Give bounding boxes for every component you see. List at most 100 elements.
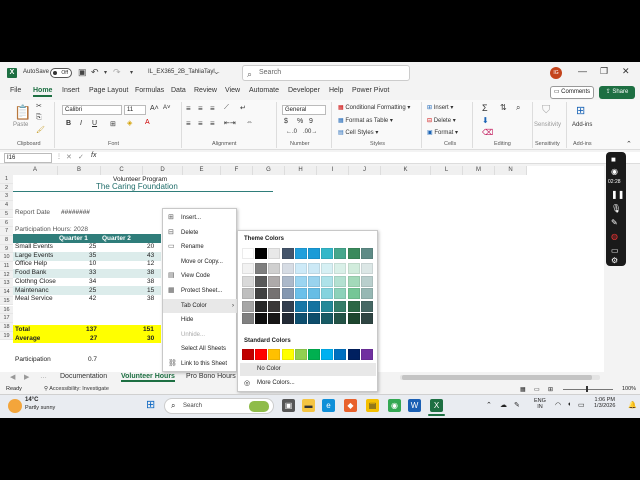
column-header[interactable]: N xyxy=(495,166,527,175)
theme-shade-swatch[interactable] xyxy=(308,263,320,274)
theme-color-swatch[interactable] xyxy=(321,248,334,259)
theme-shade-swatch[interactable] xyxy=(242,263,254,274)
theme-shade-swatch[interactable] xyxy=(268,288,281,299)
theme-shade-swatch[interactable] xyxy=(255,275,268,287)
cloud-icon[interactable]: ☁ xyxy=(500,401,507,409)
weather-icon[interactable] xyxy=(8,399,22,413)
cell-foundation-title[interactable]: The Caring Foundation xyxy=(96,182,178,192)
tab-file[interactable]: File xyxy=(10,87,21,94)
language-indicator[interactable]: ENG IN xyxy=(534,398,546,410)
cell-q2-value[interactable]: 15 xyxy=(147,287,154,296)
row-header[interactable]: 19 xyxy=(0,331,13,341)
column-header[interactable]: H xyxy=(285,166,317,175)
theme-color-swatch[interactable] xyxy=(360,248,373,259)
column-header[interactable]: E xyxy=(183,166,221,175)
column-header[interactable]: M xyxy=(463,166,495,175)
standard-color-swatch[interactable] xyxy=(294,349,307,360)
format-as-table-button[interactable]: ▦ Format as Table ▾ xyxy=(338,117,393,124)
theme-shade-swatch[interactable] xyxy=(294,300,307,312)
confirm-entry-icon[interactable]: ✓ xyxy=(78,153,84,161)
page-layout-view-icon[interactable]: ▭ xyxy=(534,386,540,393)
align-left-icon[interactable]: ≡ xyxy=(186,119,191,128)
redo-icon[interactable]: ↷ xyxy=(113,67,121,78)
word-icon[interactable]: W xyxy=(408,399,421,412)
tab-page-layout[interactable]: Page Layout xyxy=(89,87,128,94)
align-right-icon[interactable]: ≡ xyxy=(210,119,215,128)
theme-color-swatch[interactable] xyxy=(308,248,320,259)
standard-color-swatch[interactable] xyxy=(308,349,320,360)
copy-icon[interactable]: ⎘ xyxy=(36,114,42,122)
row-header[interactable]: 5 xyxy=(0,209,13,219)
autosum-icon[interactable]: Σ xyxy=(482,103,488,113)
theme-shade-swatch[interactable] xyxy=(308,313,320,324)
taskbar-search[interactable]: ⌕ Search xyxy=(164,398,274,414)
weather-desc[interactable]: Partly sunny xyxy=(25,405,55,411)
context-menu-item-insert[interactable]: ⊞ Insert... xyxy=(163,211,238,225)
shrink-font-icon[interactable]: A˅ xyxy=(163,105,171,111)
draw-icon[interactable]: ✎ xyxy=(611,218,618,227)
fill-color-icon[interactable]: ◈ xyxy=(127,119,132,127)
format-painter-icon[interactable]: 🖌 xyxy=(36,126,45,134)
name-box-dropdown-icon[interactable]: ⋮ xyxy=(56,153,62,160)
theme-color-swatch[interactable] xyxy=(255,248,268,259)
theme-color-swatch[interactable] xyxy=(281,248,294,259)
context-menu-item-view-code[interactable]: ▤ View Code xyxy=(163,269,238,283)
format-cells-button[interactable]: ▣ Format ▾ xyxy=(427,129,458,136)
delete-cells-button[interactable]: ⊟ Delete ▾ xyxy=(427,117,456,124)
theme-shade-swatch[interactable] xyxy=(360,275,373,287)
cell-total-q1[interactable]: 137 xyxy=(86,326,97,335)
sheet-tab-pro-bono-hours[interactable]: Pro Bono Hours xyxy=(186,373,236,380)
column-header[interactable]: G xyxy=(253,166,285,175)
volume-icon[interactable]: ◖ xyxy=(567,401,571,408)
cell-average-label[interactable]: Average xyxy=(15,335,40,344)
row-header[interactable]: 4 xyxy=(0,201,13,210)
webcam-icon[interactable]: ◍ xyxy=(611,232,618,241)
standard-color-swatch[interactable] xyxy=(281,349,294,360)
cell-quarter1-header[interactable]: Quarter 1 xyxy=(59,235,88,244)
theme-shade-swatch[interactable] xyxy=(334,263,347,274)
windows-start-icon[interactable]: ⊞ xyxy=(146,400,155,411)
align-bottom-icon[interactable]: ≡ xyxy=(210,104,215,113)
theme-shade-swatch[interactable] xyxy=(360,313,373,324)
sensitivity-icon[interactable]: ⛉ xyxy=(542,104,550,117)
column-header[interactable]: I xyxy=(317,166,349,175)
wrap-text-icon[interactable]: ↵ xyxy=(240,104,246,112)
theme-shade-swatch[interactable] xyxy=(360,263,373,274)
formula-input[interactable] xyxy=(105,153,605,163)
cell-q1-value[interactable]: 33 xyxy=(89,269,96,278)
minimize-icon[interactable]: — xyxy=(578,66,587,76)
theme-shade-swatch[interactable] xyxy=(242,313,254,324)
context-menu-item-select-all-sheets[interactable]: Select All Sheets xyxy=(163,342,238,356)
borders-icon[interactable]: ⊞ xyxy=(110,120,116,128)
font-name-combo[interactable]: Calibri xyxy=(62,105,122,115)
share-button[interactable]: ⇪ Share xyxy=(599,86,635,99)
row-header[interactable]: 6 xyxy=(0,218,13,228)
theme-color-swatch[interactable] xyxy=(334,248,347,259)
cell-q2-value[interactable]: 12 xyxy=(147,260,154,269)
no-color-item[interactable]: No Color xyxy=(240,363,376,376)
theme-shade-swatch[interactable] xyxy=(347,288,360,299)
currency-icon[interactable]: $ xyxy=(284,118,288,125)
paste-icon[interactable]: 📋 xyxy=(14,104,31,121)
cell-q1-value[interactable]: 34 xyxy=(89,278,96,287)
tab-power-pivot[interactable]: Power Pivot xyxy=(352,87,389,94)
column-header[interactable]: D xyxy=(143,166,183,175)
standard-color-swatch[interactable] xyxy=(347,349,360,360)
cancel-entry-icon[interactable]: ✕ xyxy=(66,153,72,161)
font-size-combo[interactable]: 11 xyxy=(124,105,146,115)
tray-chevron-icon[interactable]: ⌃ xyxy=(486,401,492,409)
title-chevron-down-icon[interactable]: ⌄ xyxy=(214,69,219,76)
excel-taskbar-icon[interactable]: X xyxy=(430,399,443,412)
row-header[interactable]: 11 xyxy=(0,262,13,271)
cell-category-name[interactable]: Maintenanc xyxy=(15,287,59,296)
standard-color-swatch[interactable] xyxy=(242,349,254,360)
insert-function-icon[interactable]: fx xyxy=(91,152,96,159)
standard-color-swatch[interactable] xyxy=(334,349,347,360)
theme-shade-swatch[interactable] xyxy=(294,313,307,324)
theme-shade-swatch[interactable] xyxy=(281,275,294,287)
decrease-decimal-icon[interactable]: .00→ xyxy=(303,129,317,135)
context-menu-item-hide[interactable]: Hide xyxy=(163,313,238,327)
brave-icon[interactable]: ◆ xyxy=(344,399,357,412)
sheet-tab-volunteer-hours[interactable]: Volunteer Hours xyxy=(121,373,175,382)
sticky-notes-icon[interactable]: ▤ xyxy=(366,399,379,412)
